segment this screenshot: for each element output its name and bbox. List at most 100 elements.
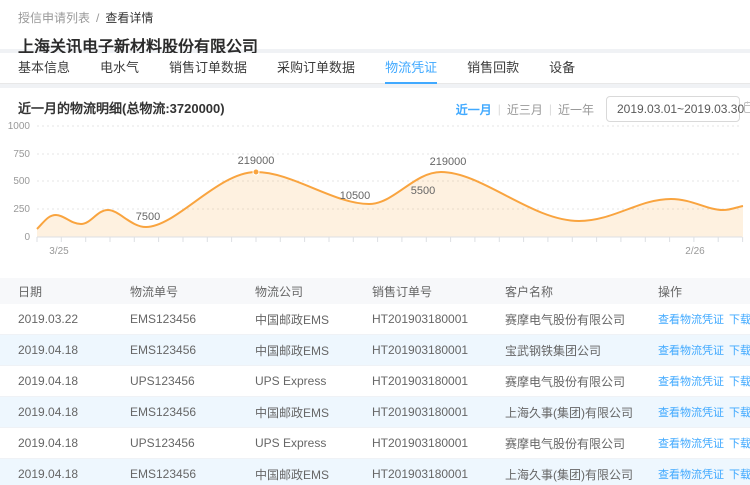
header-actions: 操作 — [645, 283, 750, 300]
cell-customer: 上海久事(集团)有限公司 — [487, 404, 645, 421]
cell-tracking_no: EMS123456 — [112, 467, 237, 481]
tab-sales-collection[interactable]: 销售回款 — [467, 53, 519, 84]
tabs-bar: 基本信息 电水气 销售订单数据 采购订单数据 物流凭证 销售回款 设备 — [0, 53, 750, 84]
cell-date: 2019.04.18 — [0, 374, 112, 388]
range-last-year[interactable]: 近一年 — [558, 101, 594, 118]
breadcrumb-separator: / — [96, 11, 99, 25]
table-row: 2019.03.22EMS123456中国邮政EMSHT201903180001… — [0, 304, 750, 335]
cell-date: 2019.04.18 — [0, 467, 112, 481]
cell-date: 2019.03.22 — [0, 312, 112, 326]
cell-tracking_no: EMS123456 — [112, 312, 237, 326]
cell-company: 中国邮政EMS — [237, 466, 354, 483]
tab-purchase-orders[interactable]: 采购订单数据 — [277, 53, 355, 84]
cell-actions: 查看物流凭证下载 — [645, 435, 750, 451]
header-company: 物流公司 — [237, 283, 354, 300]
tab-equipment[interactable]: 设备 — [549, 53, 575, 84]
svg-text:3/25: 3/25 — [49, 246, 69, 257]
view-voucher-link[interactable]: 查看物流凭证 — [658, 435, 724, 451]
cell-order_no: HT201903180001 — [354, 436, 487, 450]
x-axis-ticks — [37, 237, 743, 242]
cell-actions: 查看物流凭证下载 — [645, 466, 750, 482]
cell-order_no: HT201903180001 — [354, 374, 487, 388]
header-customer: 客户名称 — [487, 283, 645, 300]
svg-text:219000: 219000 — [430, 156, 467, 168]
tab-utilities[interactable]: 电水气 — [100, 53, 139, 84]
cell-order_no: HT201903180001 — [354, 343, 487, 357]
svg-text:0: 0 — [24, 232, 30, 243]
main-content: 近一月的物流明细(总物流:3720000) 近一月 | 近三月 | 近一年 20… — [0, 88, 750, 485]
peak-marker — [253, 169, 259, 175]
cell-company: UPS Express — [237, 436, 354, 450]
cell-company: 中国邮政EMS — [237, 342, 354, 359]
cell-actions: 查看物流凭证下载 — [645, 311, 750, 327]
cell-company: 中国邮政EMS — [237, 404, 354, 421]
cell-order_no: HT201903180001 — [354, 405, 487, 419]
svg-text:1000: 1000 — [8, 121, 31, 132]
download-link[interactable]: 下载 — [729, 311, 750, 327]
cell-customer: 宝武钢铁集团公司 — [487, 342, 645, 359]
svg-text:2/26: 2/26 — [685, 246, 705, 257]
range-last-month[interactable]: 近一月 — [456, 101, 492, 118]
tab-sales-orders[interactable]: 销售订单数据 — [169, 53, 247, 84]
download-link[interactable]: 下载 — [729, 342, 750, 358]
svg-text:10500: 10500 — [340, 190, 371, 202]
cell-company: 中国邮政EMS — [237, 311, 354, 328]
cell-order_no: HT201903180001 — [354, 467, 487, 481]
cell-company: UPS Express — [237, 374, 354, 388]
download-link[interactable]: 下载 — [729, 404, 750, 420]
breadcrumb-current: 查看详情 — [105, 11, 153, 25]
range-separator: | — [549, 102, 552, 116]
range-last-quarter[interactable]: 近三月 — [507, 101, 543, 118]
svg-text:500: 500 — [13, 176, 30, 187]
cell-actions: 查看物流凭证下载 — [645, 404, 750, 420]
top-header: 授信申请列表/查看详情 上海关讯电子新材料股份有限公司 — [0, 0, 750, 49]
chart-title: 近一月的物流明细(总物流:3720000) — [18, 98, 225, 117]
svg-text:5500: 5500 — [411, 185, 435, 197]
table-row: 2019.04.18UPS123456UPS ExpressHT20190318… — [0, 428, 750, 459]
header-tracking-no: 物流单号 — [112, 283, 237, 300]
logistics-table: 日期 物流单号 物流公司 销售订单号 客户名称 操作 2019.03.22EMS… — [0, 278, 750, 485]
header-date: 日期 — [0, 283, 112, 300]
cell-tracking_no: EMS123456 — [112, 343, 237, 357]
cell-tracking_no: EMS123456 — [112, 405, 237, 419]
cell-actions: 查看物流凭证下载 — [645, 342, 750, 358]
header-order-no: 销售订单号 — [354, 283, 487, 300]
time-range-selector: 近一月 | 近三月 | 近一年 — [456, 101, 594, 118]
view-voucher-link[interactable]: 查看物流凭证 — [658, 404, 724, 420]
download-link[interactable]: 下载 — [729, 373, 750, 389]
cell-tracking_no: UPS123456 — [112, 374, 237, 388]
svg-text:219000: 219000 — [238, 155, 275, 167]
cell-actions: 查看物流凭证下载 — [645, 373, 750, 389]
cell-date: 2019.04.18 — [0, 343, 112, 357]
table-row: 2019.04.18UPS123456UPS ExpressHT20190318… — [0, 366, 750, 397]
svg-text:750: 750 — [13, 149, 30, 160]
svg-text:7500: 7500 — [136, 211, 160, 223]
cell-tracking_no: UPS123456 — [112, 436, 237, 450]
view-voucher-link[interactable]: 查看物流凭证 — [658, 373, 724, 389]
table-body: 2019.03.22EMS123456中国邮政EMSHT201903180001… — [0, 304, 750, 485]
date-range-value: 2019.03.01~2019.03.30 — [617, 102, 744, 116]
tab-basic-info[interactable]: 基本信息 — [18, 53, 70, 84]
cell-customer: 赛摩电气股份有限公司 — [487, 373, 645, 390]
view-voucher-link[interactable]: 查看物流凭证 — [658, 342, 724, 358]
table-row: 2019.04.18EMS123456中国邮政EMSHT201903180001… — [0, 459, 750, 485]
y-axis-labels: 0 250 500 750 1000 — [8, 121, 31, 243]
table-row: 2019.04.18EMS123456中国邮政EMSHT201903180001… — [0, 397, 750, 428]
breadcrumb: 授信申请列表 / 查看详情 — [18, 9, 732, 26]
breadcrumb-parent[interactable]: 授信申请列表 — [18, 11, 90, 25]
table-header: 日期 物流单号 物流公司 销售订单号 客户名称 操作 — [0, 278, 750, 304]
cell-date: 2019.04.18 — [0, 436, 112, 450]
tab-logistics-voucher[interactable]: 物流凭证 — [385, 53, 437, 84]
page: 授信申请列表/查看详情 上海关讯电子新材料股份有限公司 基本信息 电水气 销售订… — [0, 0, 750, 485]
view-voucher-link[interactable]: 查看物流凭证 — [658, 466, 724, 482]
cell-date: 2019.04.18 — [0, 405, 112, 419]
view-voucher-link[interactable]: 查看物流凭证 — [658, 311, 724, 327]
cell-order_no: HT201903180001 — [354, 312, 487, 326]
download-link[interactable]: 下载 — [729, 466, 750, 482]
download-link[interactable]: 下载 — [729, 435, 750, 451]
logistics-area-chart: 0 250 500 750 1000 7500 219000 10500 550… — [0, 116, 750, 261]
table-row: 2019.04.18EMS123456中国邮政EMSHT201903180001… — [0, 335, 750, 366]
cell-customer: 赛摩电气股份有限公司 — [487, 311, 645, 328]
cell-customer: 上海久事(集团)有限公司 — [487, 466, 645, 483]
x-axis-labels: 3/25 2/26 — [49, 246, 705, 257]
